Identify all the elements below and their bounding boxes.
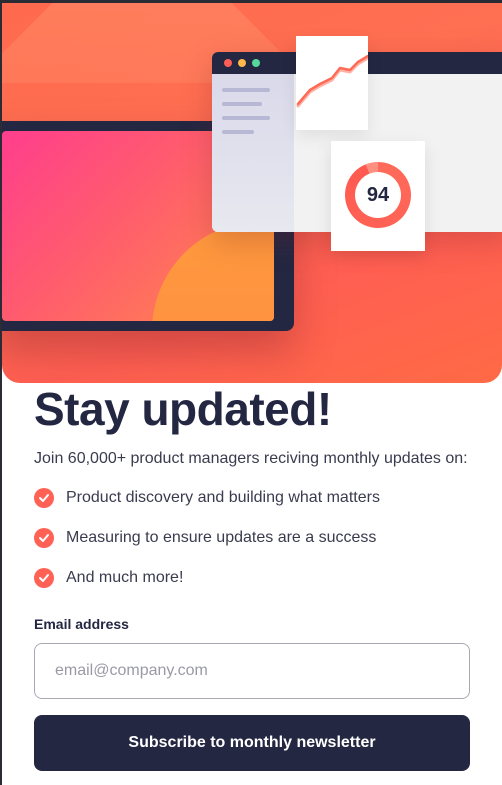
benefit-list: Product discovery and building what matt… (34, 488, 380, 608)
score-card: 94 (331, 141, 425, 251)
sidebar-line (222, 102, 262, 106)
email-label: Email address (34, 616, 129, 632)
list-item: And much more! (34, 568, 380, 608)
check-icon (34, 528, 54, 548)
sidebar-line (222, 130, 254, 134)
browser-sidebar (212, 74, 294, 232)
window-dot-green-icon (252, 59, 260, 67)
line-chart-card (296, 36, 370, 130)
email-field[interactable] (34, 643, 470, 699)
hero-illustration: 94 (2, 3, 502, 383)
page-title: Stay updated! (34, 383, 332, 435)
score-ring-icon: 94 (345, 162, 411, 228)
window-dot-yellow-icon (238, 59, 246, 67)
line-chart-icon (296, 54, 370, 108)
list-item: Measuring to ensure updates are a succes… (34, 528, 380, 568)
check-icon (34, 568, 54, 588)
laptop-screen-decoration (152, 221, 274, 321)
list-item-text: And much more! (66, 569, 184, 586)
sidebar-line (222, 116, 270, 120)
window-dot-red-icon (224, 59, 232, 67)
subscribe-button[interactable]: Subscribe to monthly newsletter (34, 715, 470, 771)
list-item-text: Product discovery and building what matt… (66, 489, 380, 506)
sidebar-line (222, 88, 270, 92)
score-value: 94 (355, 172, 401, 218)
list-item-text: Measuring to ensure updates are a succes… (66, 529, 377, 546)
list-item: Product discovery and building what matt… (34, 488, 380, 528)
check-icon (34, 488, 54, 508)
intro-text: Join 60,000+ product managers reciving m… (34, 450, 468, 467)
